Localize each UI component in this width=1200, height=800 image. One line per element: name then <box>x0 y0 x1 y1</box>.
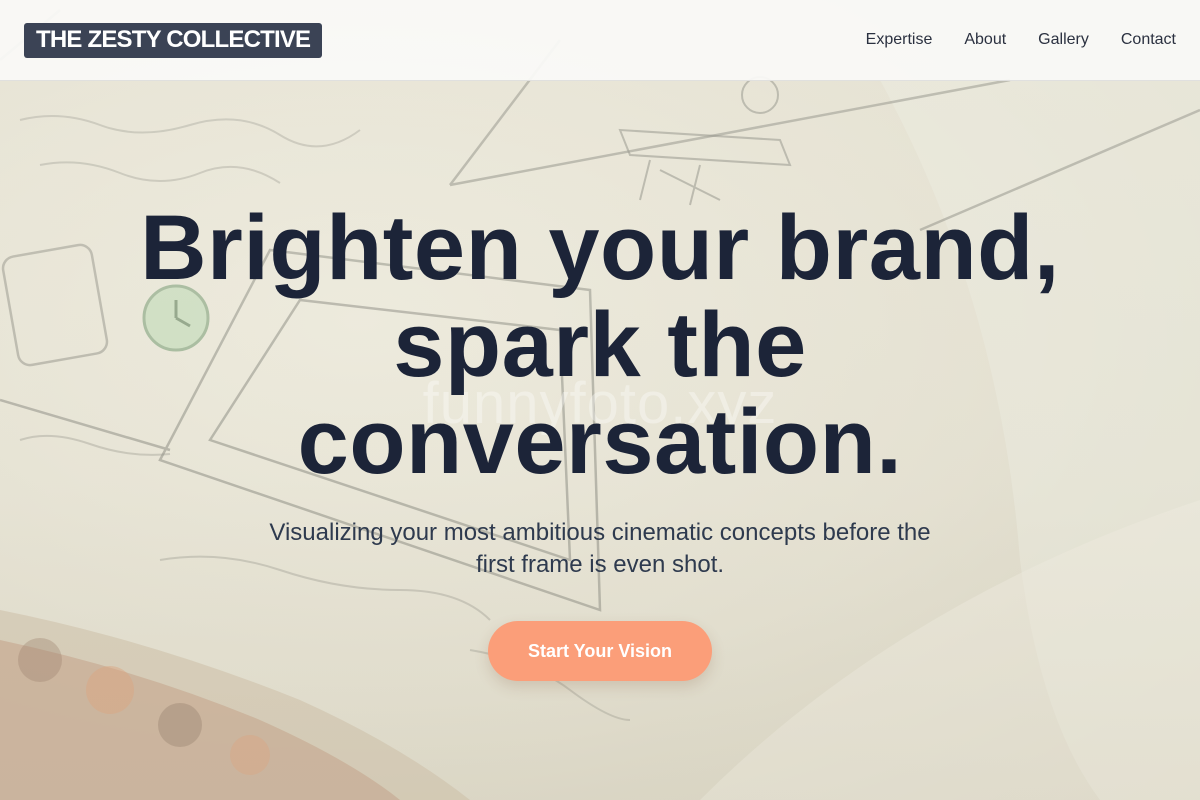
hero-title-line: spark the <box>393 294 807 396</box>
hero-title: Brighten your brand, spark the conversat… <box>100 200 1100 491</box>
nav-link-gallery[interactable]: Gallery <box>1038 31 1089 49</box>
hero-subtitle: Visualizing your most ambitious cinemati… <box>250 517 950 581</box>
main-nav: Expertise About Gallery Contact <box>866 31 1176 49</box>
hero-subtitle-line: first frame is even shot. <box>475 551 725 578</box>
nav-link-expertise[interactable]: Expertise <box>866 31 933 49</box>
hero-title-line: conversation. <box>297 391 903 493</box>
nav-link-about[interactable]: About <box>964 31 1006 49</box>
hero-subtitle-line: Visualizing your most ambitious cinemati… <box>269 519 931 546</box>
hero-title-line: Brighten your brand, <box>140 197 1060 299</box>
site-header: THE ZESTY COLLECTIVE Expertise About Gal… <box>0 0 1200 81</box>
hero-section: Brighten your brand, spark the conversat… <box>0 200 1200 681</box>
nav-link-contact[interactable]: Contact <box>1121 31 1176 49</box>
site-logo[interactable]: THE ZESTY COLLECTIVE <box>24 22 323 58</box>
start-your-vision-button[interactable]: Start Your Vision <box>488 621 712 681</box>
